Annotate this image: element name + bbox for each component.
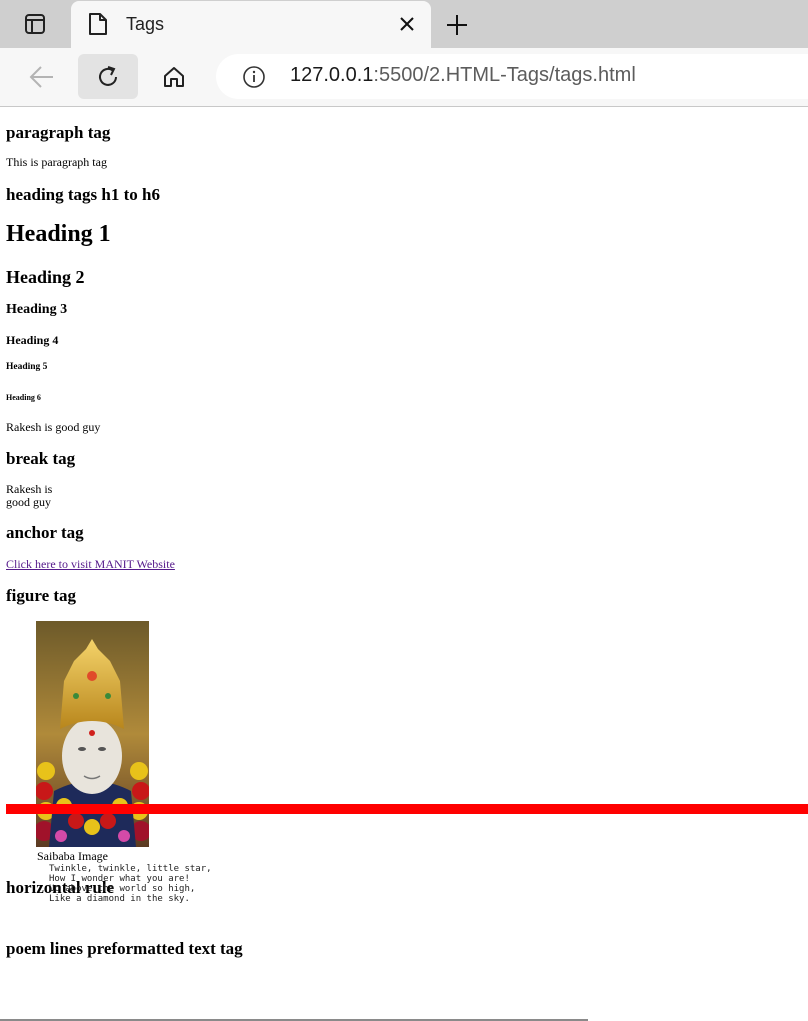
break-line-2: good guy: [6, 495, 51, 509]
poem-line: How I wonder what you are!: [49, 874, 190, 884]
heading-2: Heading 2: [6, 267, 85, 287]
heading-3: Heading 3: [6, 302, 68, 317]
figure-tag-heading: figure tag: [6, 586, 77, 605]
break-tag-heading: break tag: [6, 449, 76, 468]
poem-line: Like a diamond in the sky.: [49, 894, 190, 904]
preformatted-heading: poem lines preformatted text tag: [6, 939, 243, 958]
plus-icon: [447, 15, 467, 35]
poem-line: Up above the world so high,: [49, 884, 196, 894]
tab-actions-button[interactable]: [12, 8, 58, 40]
red-horizontal-rule: [6, 804, 808, 814]
paragraph-tag-heading: paragraph tag: [6, 123, 111, 142]
home-icon: [164, 66, 184, 87]
heading-1: Heading 1: [6, 221, 111, 247]
heading-4: Heading 4: [6, 333, 59, 347]
tab-title: Tags: [126, 14, 165, 34]
heading-6: Heading 6: [6, 393, 41, 402]
tab-strip: Tags: [0, 0, 808, 48]
close-icon: [400, 17, 414, 31]
url-text[interactable]: 127.0.0.1:5500/2.HTML-Tags/tags.html: [290, 64, 636, 87]
close-tab-button[interactable]: [397, 14, 417, 34]
url-host: 127.0.0.1: [290, 64, 374, 86]
heading-5: Heading 5: [6, 362, 48, 372]
rakesh-text: Rakesh is good guy: [6, 420, 101, 434]
anchor-tag-heading: anchor tag: [6, 523, 84, 542]
back-arrow-icon: [29, 65, 53, 88]
tab-actions-icon: [25, 14, 45, 34]
page-icon: [89, 13, 107, 35]
poem-line: Twinkle, twinkle, little star,: [49, 864, 212, 874]
heading-tags-heading: heading tags h1 to h6: [6, 185, 160, 204]
manit-website-link[interactable]: Click here to visit MANIT Website: [6, 557, 175, 572]
reload-icon: [99, 65, 117, 86]
browser-toolbar: 127.0.0.1:5500/2.HTML-Tags/tags.html: [0, 48, 808, 107]
active-tab[interactable]: Tags: [71, 1, 431, 48]
poem-preformatted-text: Twinkle, twinkle, little star, How I won…: [49, 864, 212, 904]
address-bar[interactable]: 127.0.0.1:5500/2.HTML-Tags/tags.html: [216, 54, 808, 99]
url-path: :5500/2.HTML-Tags/tags.html: [373, 64, 636, 86]
paragraph-text: This is paragraph tag: [6, 155, 107, 169]
figure-caption: Saibaba Image: [37, 849, 108, 863]
info-icon[interactable]: [242, 65, 266, 89]
new-tab-button[interactable]: [442, 10, 472, 40]
home-button[interactable]: [144, 54, 204, 99]
back-button[interactable]: [12, 54, 72, 99]
reload-button[interactable]: [78, 54, 138, 99]
